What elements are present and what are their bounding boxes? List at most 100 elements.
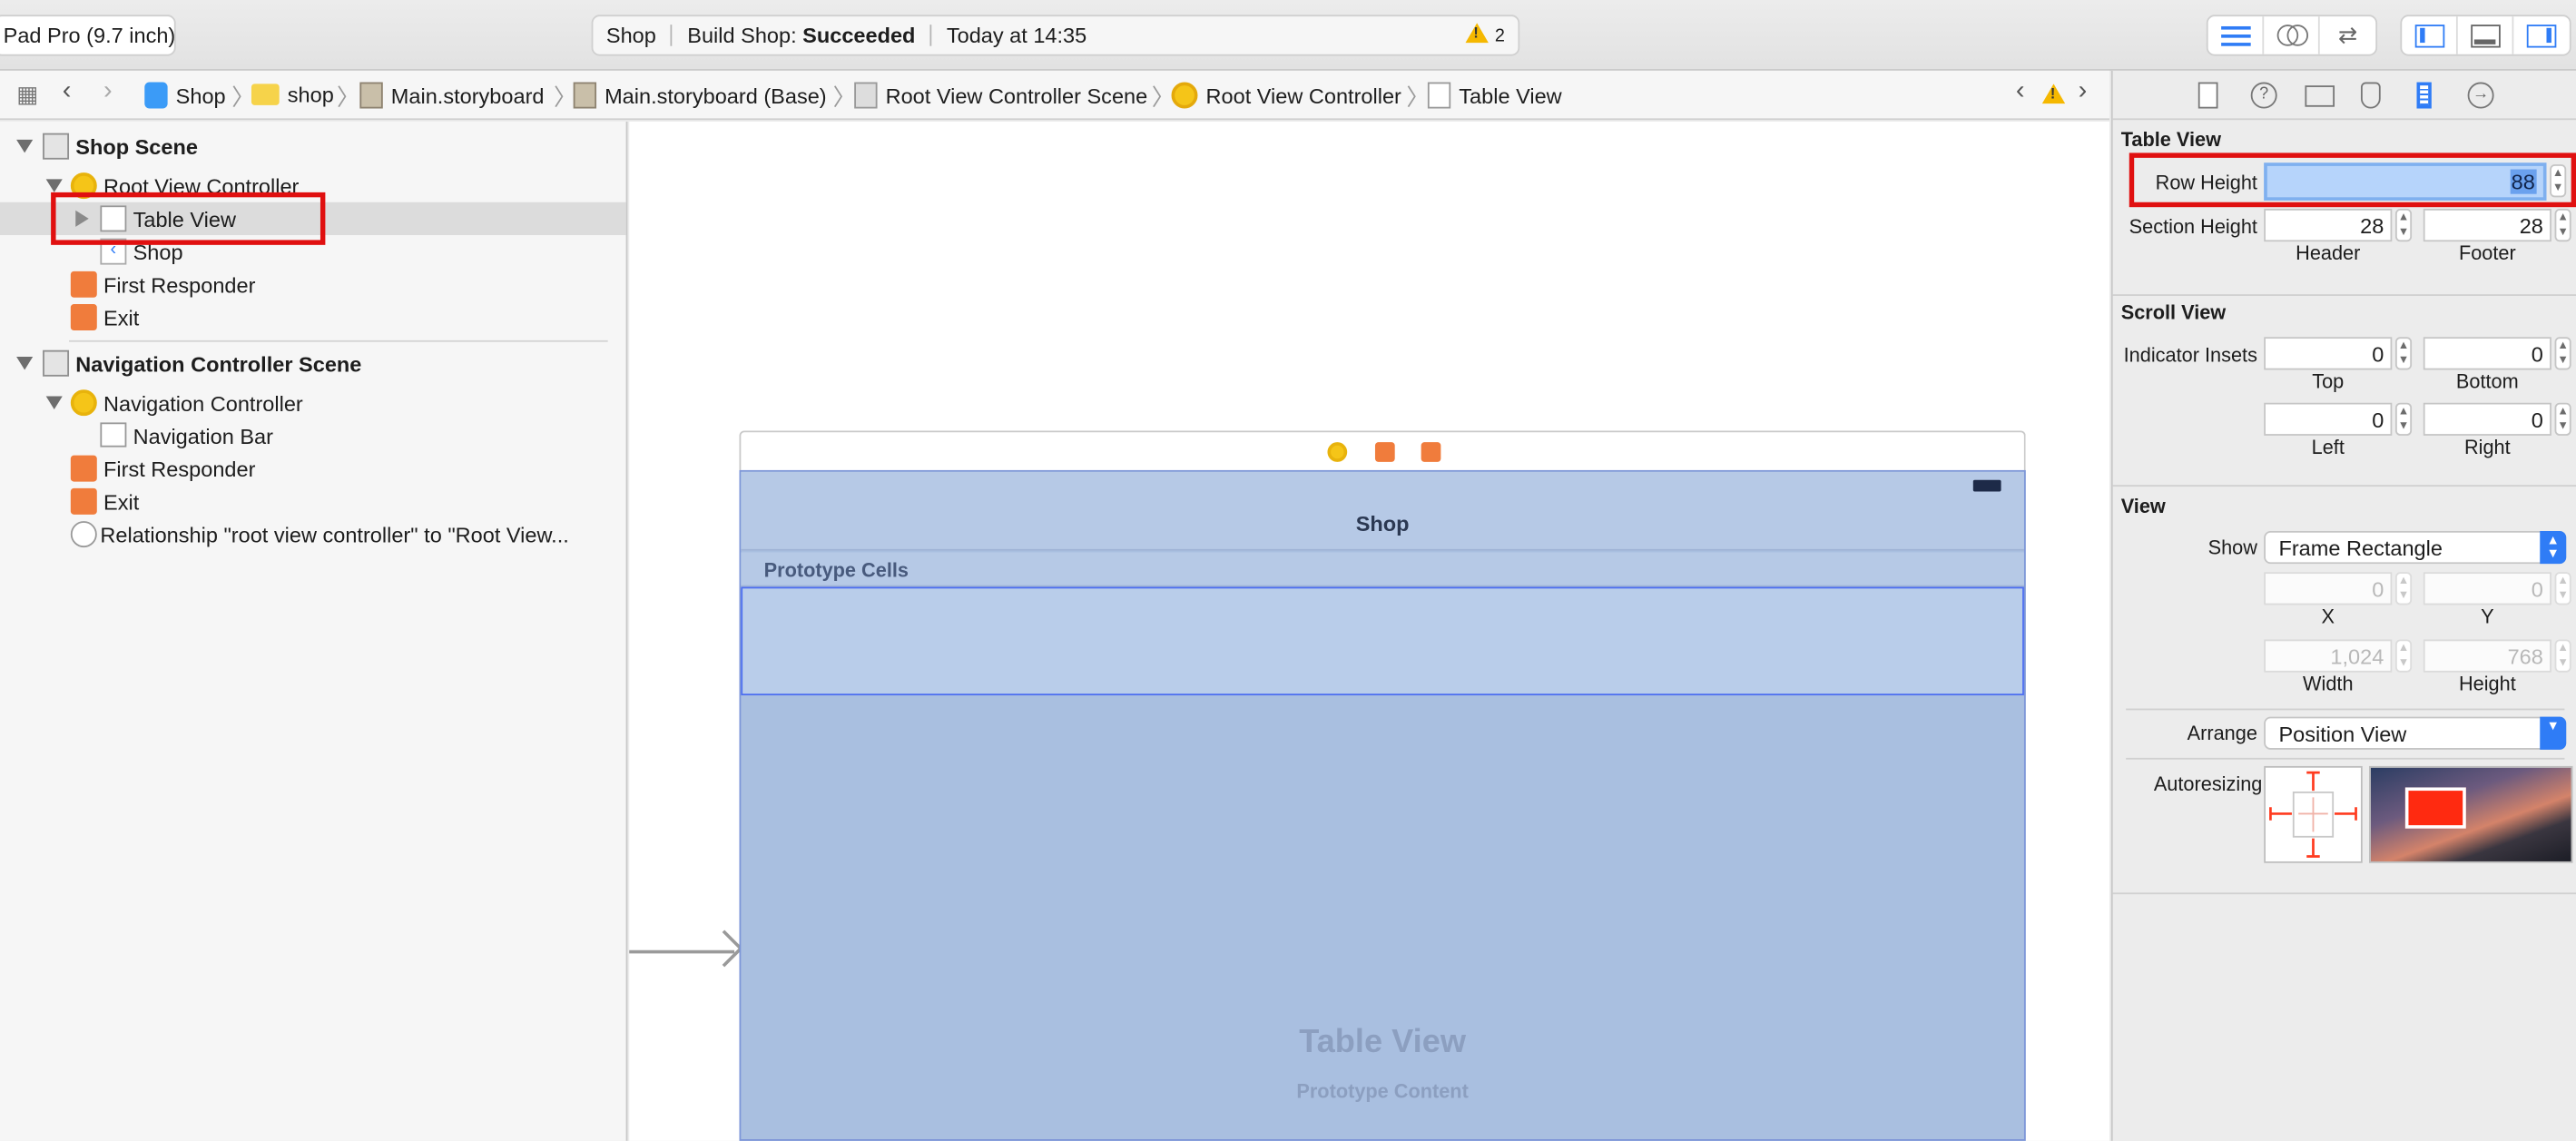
show-popup-value: Frame Rectangle bbox=[2278, 536, 2443, 561]
inset-right-field[interactable]: 0 bbox=[2423, 402, 2551, 436]
frame-x-field[interactable]: 0 bbox=[2264, 572, 2393, 605]
attributes-inspector-icon[interactable] bbox=[2360, 82, 2381, 109]
outline-row-first-responder-2[interactable]: First Responder bbox=[0, 452, 626, 485]
breadcrumb-group[interactable]: shop bbox=[251, 83, 334, 107]
utilities-toggle-button[interactable] bbox=[2513, 16, 2570, 54]
disclosure-triangle-icon[interactable] bbox=[16, 356, 34, 370]
breadcrumb-storyboard[interactable]: Main.storyboard bbox=[359, 82, 545, 109]
outline-row-nav-controller[interactable]: Navigation Controller bbox=[0, 387, 626, 419]
exit-icon[interactable] bbox=[1421, 442, 1441, 462]
breadcrumb-label: Main.storyboard (Base) bbox=[605, 83, 827, 108]
show-label: Show bbox=[2207, 536, 2257, 559]
inset-top-field[interactable]: 0 bbox=[2264, 337, 2393, 370]
outline-label: Navigation Controller Scene bbox=[75, 351, 362, 377]
outline-divider bbox=[69, 339, 608, 342]
inset-left-stepper[interactable]: ▲ ▼ bbox=[2394, 402, 2413, 436]
navigator-toggle-button[interactable] bbox=[2402, 16, 2458, 54]
grid-icon[interactable]: ▦ bbox=[16, 81, 38, 109]
header-height-stepper[interactable]: ▲ ▼ bbox=[2394, 208, 2413, 242]
frame-height-stepper[interactable]: ▲ ▼ bbox=[2554, 639, 2571, 673]
outline-row-nav-bar[interactable]: Navigation Bar bbox=[0, 419, 626, 452]
file-inspector-icon[interactable] bbox=[2197, 82, 2218, 109]
debug-area-toggle-button[interactable] bbox=[2458, 16, 2514, 54]
autoresizing-mask-control[interactable] bbox=[2264, 765, 2363, 863]
first-responder-icon bbox=[70, 270, 97, 298]
inset-top-stepper[interactable]: ▲ ▼ bbox=[2394, 337, 2413, 370]
disclosure-triangle-icon[interactable] bbox=[16, 139, 34, 153]
disclosure-triangle-icon[interactable] bbox=[45, 396, 63, 409]
jump-bar: ▦ ‹ › Shop 〉 shop 〉 Main.storyboard 〉 Ma… bbox=[0, 70, 2110, 121]
inset-left-field[interactable]: 0 bbox=[2264, 402, 2393, 436]
section-separator bbox=[2126, 708, 2565, 711]
standard-editor-icon bbox=[2220, 25, 2250, 45]
activity-project: Shop bbox=[605, 23, 656, 48]
navigation-bar-icon bbox=[100, 422, 127, 448]
autoresizing-preview bbox=[2369, 765, 2573, 863]
storyboard-canvas[interactable]: Shop Prototype Cells Table View Prototyp… bbox=[629, 122, 2110, 1141]
outline-row-first-responder[interactable]: First Responder bbox=[0, 268, 626, 300]
footer-height-stepper[interactable]: ▲ ▼ bbox=[2554, 208, 2571, 242]
back-chevron-icon[interactable]: ‹ bbox=[63, 77, 72, 107]
inset-bottom-stepper[interactable]: ▲ ▼ bbox=[2554, 337, 2571, 370]
height-label: Height bbox=[2458, 672, 2516, 696]
header-height-field[interactable]: 28 bbox=[2264, 208, 2393, 242]
breadcrumb-storyboard-base[interactable]: Main.storyboard (Base) bbox=[573, 82, 827, 109]
outline-row-relationship[interactable]: Relationship "root view controller" to "… bbox=[0, 517, 626, 550]
outline-label: Navigation Bar bbox=[133, 424, 273, 449]
arrange-popup[interactable]: Position View ▼ bbox=[2264, 716, 2567, 750]
section-title-view: View bbox=[2120, 495, 2166, 518]
breadcrumb-scene[interactable]: Root View Controller Scene bbox=[854, 82, 1148, 109]
outline-row-exit-2[interactable]: Exit bbox=[0, 485, 626, 517]
breadcrumb-chevron-icon: 〉 bbox=[1406, 84, 1430, 111]
scheme-device-selector[interactable]: Pad Pro (9.7 inch) bbox=[0, 15, 176, 56]
previous-issue-chevron-icon[interactable]: ‹ bbox=[2016, 77, 2025, 107]
view-controller-icon[interactable] bbox=[1327, 442, 1348, 462]
frame-y-field[interactable]: 0 bbox=[2423, 572, 2551, 605]
warning-icon[interactable] bbox=[2041, 84, 2066, 104]
storyboard-icon bbox=[573, 82, 597, 109]
panel-toggle-group bbox=[2400, 15, 2571, 56]
inset-bottom-field[interactable]: 0 bbox=[2423, 337, 2551, 370]
outline-row-shop-scene[interactable]: Shop Scene bbox=[0, 130, 626, 162]
frame-x-stepper[interactable]: ▲ ▼ bbox=[2394, 572, 2413, 605]
standard-editor-button[interactable] bbox=[2208, 16, 2265, 54]
forward-chevron-icon[interactable]: › bbox=[103, 77, 113, 107]
connections-inspector-icon[interactable]: → bbox=[2467, 82, 2494, 109]
identity-inspector-icon[interactable] bbox=[2305, 85, 2335, 107]
frame-width-stepper[interactable]: ▲ ▼ bbox=[2394, 639, 2413, 673]
next-issue-chevron-icon[interactable]: › bbox=[2079, 77, 2088, 107]
footer-label: Footer bbox=[2458, 241, 2516, 265]
frame-height-field[interactable]: 768 bbox=[2423, 639, 2551, 673]
breadcrumb-label: Root View Controller bbox=[1205, 83, 1401, 108]
breadcrumb-label: Root View Controller Scene bbox=[885, 83, 1148, 108]
outline-label: Exit bbox=[103, 305, 140, 331]
first-responder-icon[interactable] bbox=[1374, 442, 1395, 462]
highlight-box-table-view bbox=[51, 192, 326, 245]
assistant-editor-button[interactable] bbox=[2264, 16, 2320, 54]
prototype-cell[interactable] bbox=[741, 586, 2024, 696]
outline-row-nav-scene[interactable]: Navigation Controller Scene bbox=[0, 347, 626, 379]
inset-right-stepper[interactable]: ▲ ▼ bbox=[2554, 402, 2571, 436]
version-editor-button[interactable]: ⇄ bbox=[2320, 16, 2376, 54]
arrow-head-icon bbox=[705, 930, 743, 968]
breadcrumb-project[interactable]: Shop bbox=[144, 82, 226, 109]
outline-row-exit[interactable]: Exit bbox=[0, 300, 626, 333]
size-inspector: ? → Table View Row Height 88 ▲ ▼ Section … bbox=[2110, 70, 2576, 1141]
warning-badge[interactable]: 2 bbox=[1465, 23, 1505, 46]
breadcrumb-table-view[interactable]: Table View bbox=[1427, 82, 1562, 109]
footer-height-field[interactable]: 28 bbox=[2423, 208, 2551, 242]
navigation-bar[interactable]: Shop bbox=[741, 471, 2024, 551]
breadcrumb-label: Table View bbox=[1459, 83, 1562, 108]
breadcrumb-view-controller[interactable]: Root View Controller bbox=[1171, 82, 1401, 109]
left-label: Left bbox=[2311, 435, 2345, 459]
section-separator bbox=[2126, 757, 2565, 760]
quick-help-icon[interactable]: ? bbox=[2250, 82, 2277, 109]
scene-dock bbox=[739, 430, 2026, 472]
size-inspector-icon[interactable] bbox=[2416, 82, 2432, 109]
activity-viewer: Shop Build Shop: Succeeded Today at 14:35 … bbox=[591, 15, 1520, 56]
disclosure-triangle-icon[interactable] bbox=[45, 179, 63, 192]
table-view-controller-scene[interactable]: Shop Prototype Cells Table View Prototyp… bbox=[739, 469, 2026, 1141]
frame-y-stepper[interactable]: ▲ ▼ bbox=[2554, 572, 2571, 605]
frame-width-field[interactable]: 1,024 bbox=[2264, 639, 2393, 673]
show-popup[interactable]: Frame Rectangle ▲ ▼ bbox=[2264, 530, 2567, 565]
